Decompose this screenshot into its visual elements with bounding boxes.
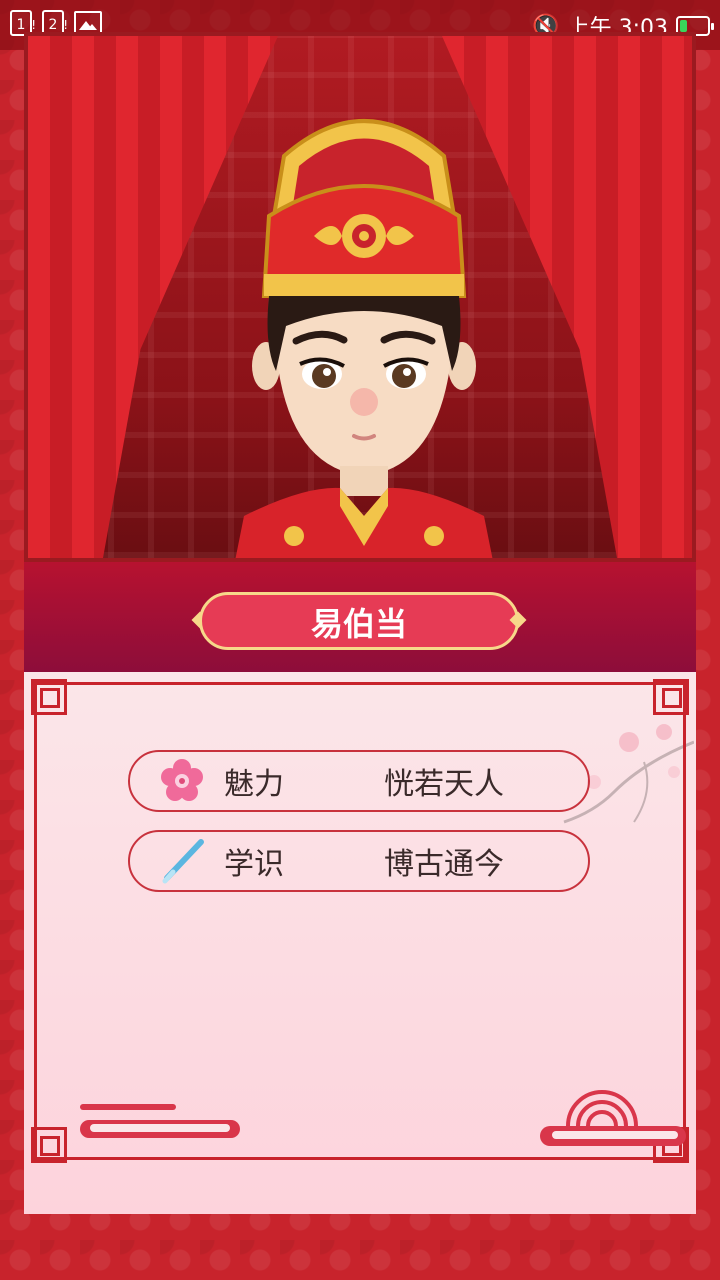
frame-corner bbox=[31, 679, 67, 715]
attribute-value: 博古通今 bbox=[384, 847, 504, 882]
attribute-row-charm: 魅力 恍若天人 bbox=[128, 750, 590, 812]
brush-icon bbox=[158, 837, 206, 885]
frame-corner bbox=[653, 679, 689, 715]
scroll-ornament-right bbox=[540, 1126, 686, 1146]
attributes-panel: 魅力 恍若天人 学识 博古通今 bbox=[24, 672, 696, 1214]
scroll-ornament-left bbox=[80, 1120, 240, 1138]
name-banner: 易伯当 bbox=[24, 562, 696, 672]
character-name: 易伯当 bbox=[199, 592, 519, 650]
plum-blossom-icon bbox=[158, 757, 206, 805]
battery-level bbox=[680, 20, 687, 32]
cloud-arc-ornament bbox=[566, 1090, 638, 1126]
groom-avatar bbox=[235, 119, 493, 558]
attribute-row-knowledge: 学识 博古通今 bbox=[128, 830, 590, 892]
attribute-label: 魅力 bbox=[224, 767, 284, 802]
scroll-ornament-line bbox=[80, 1104, 176, 1110]
character-portrait bbox=[24, 32, 696, 562]
attribute-label: 学识 bbox=[224, 847, 284, 882]
frame-corner bbox=[31, 1127, 67, 1163]
attribute-value: 恍若天人 bbox=[384, 767, 504, 802]
